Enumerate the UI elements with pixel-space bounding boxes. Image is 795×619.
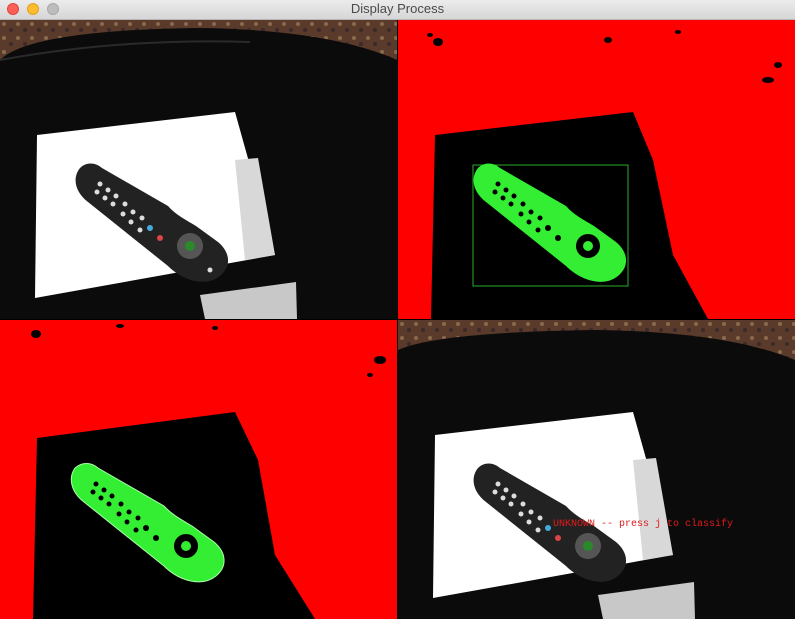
threshold-contour-image <box>0 320 397 619</box>
classification-label: UNKNOWN -- press j to classify <box>553 518 733 530</box>
threshold-bbox-image <box>398 20 795 319</box>
original-frame-panel <box>0 20 397 319</box>
original-frame-image <box>0 20 397 319</box>
display-process-window: Display Process UNKNOWN -- press j to cl… <box>0 0 795 619</box>
threshold-bbox-panel <box>398 20 795 319</box>
title-bar: Display Process <box>0 0 795 20</box>
threshold-contour-panel <box>0 320 397 619</box>
classification-panel: UNKNOWN -- press j to classify <box>398 320 795 619</box>
classification-image: UNKNOWN -- press j to classify <box>398 320 795 619</box>
window-title: Display Process <box>350 1 445 16</box>
